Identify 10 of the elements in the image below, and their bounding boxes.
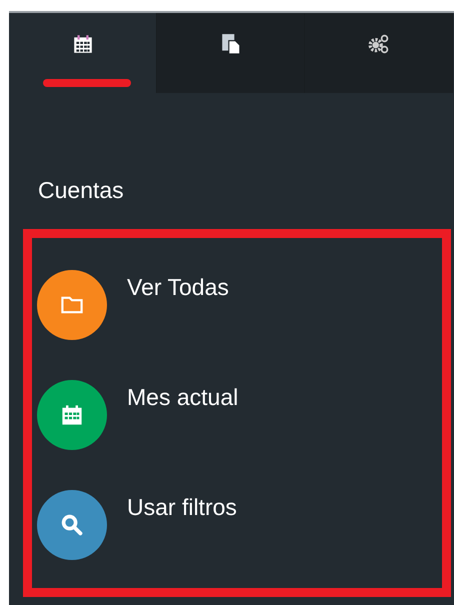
menu-item-label[interactable]: Mes actual — [127, 384, 238, 411]
menu-item-label[interactable]: Usar filtros — [127, 494, 237, 521]
gears-icon — [368, 33, 390, 55]
sidebar-tab[interactable] — [157, 13, 305, 93]
menu-item-label[interactable]: Ver Todas — [127, 274, 229, 301]
calendar-icon — [60, 403, 84, 427]
search-icon — [60, 513, 84, 537]
section-heading: Cuentas — [37, 176, 125, 205]
documents-icon — [220, 33, 242, 55]
calendar-icon — [72, 33, 94, 55]
